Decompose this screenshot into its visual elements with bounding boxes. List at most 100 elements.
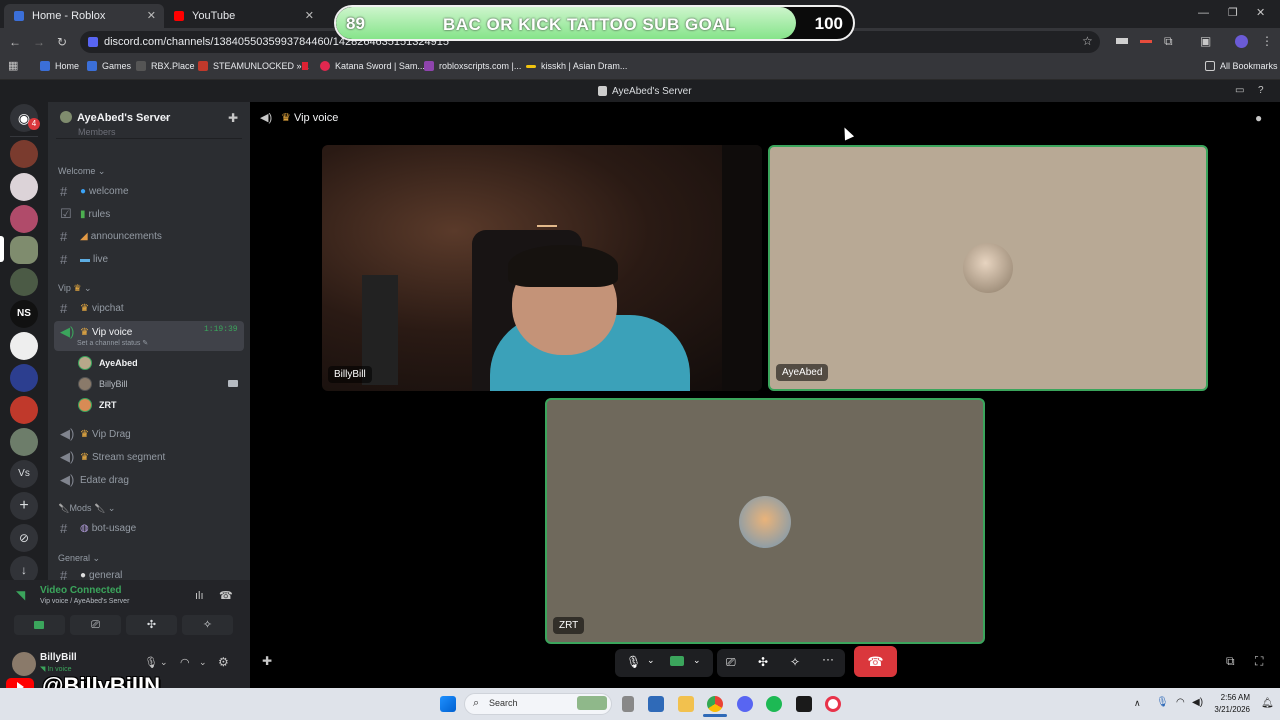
- voice-user[interactable]: AyeAbed: [78, 356, 138, 370]
- video-camera-icon[interactable]: [670, 656, 684, 666]
- connection-status[interactable]: Video Connected: [40, 585, 122, 596]
- disconnect-icon[interactable]: ☎: [219, 589, 233, 602]
- connection-location[interactable]: Vip voice / AyeAbed's Server: [40, 598, 129, 605]
- windows-start-icon[interactable]: [440, 696, 456, 712]
- server-icon[interactable]: [10, 428, 38, 456]
- bookmark-rbxplace[interactable]: RBX.Place: [136, 61, 195, 71]
- activity-icon[interactable]: ✣: [758, 655, 768, 669]
- opera-icon[interactable]: [825, 696, 841, 712]
- close-icon[interactable]: ✕: [305, 9, 314, 22]
- clock-time[interactable]: 2:56 AM: [1210, 693, 1250, 702]
- channel-announcements[interactable]: # ◢ announcements: [60, 229, 162, 244]
- help-icon[interactable]: ?: [1258, 85, 1264, 96]
- category-welcome[interactable]: Welcome ⌄: [58, 166, 105, 177]
- app-icon[interactable]: [622, 696, 634, 712]
- add-people-icon[interactable]: ✚: [262, 654, 272, 668]
- window-close-icon[interactable]: ✕: [1256, 6, 1265, 19]
- user-avatar[interactable]: [12, 652, 36, 676]
- channel-stream-segment[interactable]: ◀) ♛ Stream segment: [60, 449, 165, 465]
- server-icon-vs[interactable]: Vs: [10, 460, 38, 488]
- soundboard-button[interactable]: ✧: [182, 615, 233, 635]
- add-server-icon[interactable]: +: [10, 492, 38, 520]
- bookmark-home[interactable]: Home: [40, 61, 79, 71]
- star-icon[interactable]: ☆: [1082, 34, 1093, 48]
- back-icon[interactable]: ←: [9, 35, 21, 49]
- server-icon[interactable]: [10, 205, 38, 233]
- inbox-icon[interactable]: ▭: [1235, 85, 1244, 96]
- channel-vip-voice[interactable]: ◀) ♛ Vip voice: [60, 324, 132, 340]
- channel-bot-usage[interactable]: # ◍ bot-usage: [60, 521, 136, 536]
- chrome-icon[interactable]: [707, 696, 723, 712]
- headphones-icon[interactable]: ◠: [180, 656, 190, 669]
- close-icon[interactable]: ✕: [147, 9, 156, 22]
- channel-status-link[interactable]: Set a channel status ✎: [77, 339, 148, 347]
- server-icon-ayeabed[interactable]: [10, 236, 38, 264]
- fullscreen-icon[interactable]: ⛶: [1255, 654, 1263, 669]
- channel-edate-drag[interactable]: ◀) Edate drag: [60, 472, 129, 488]
- chevron-down-icon[interactable]: ⌄: [693, 655, 701, 666]
- menu-icon[interactable]: ⋮: [1261, 34, 1273, 48]
- extension-icon[interactable]: [1140, 40, 1152, 43]
- voice-user[interactable]: BillyBill: [78, 377, 128, 391]
- screen-share-icon[interactable]: ⎚: [726, 655, 736, 670]
- server-icon[interactable]: [10, 396, 38, 424]
- reload-icon[interactable]: ↻: [57, 35, 67, 49]
- video-tile-zrt[interactable]: ZRT: [545, 398, 985, 644]
- sidepanel-icon[interactable]: ▣: [1200, 34, 1211, 48]
- video-tile-billybill[interactable]: BillyBill: [322, 145, 762, 391]
- server-icon-ns[interactable]: NS: [10, 300, 38, 328]
- bookmark-katana[interactable]: Katana Sword | Sam...: [320, 61, 425, 71]
- server-icon[interactable]: [10, 268, 38, 296]
- category-general[interactable]: General ⌄: [58, 553, 100, 564]
- puzzle-icon[interactable]: ⧉: [1164, 34, 1173, 49]
- site-info-icon[interactable]: [88, 37, 98, 47]
- leave-call-button[interactable]: ☎: [854, 646, 897, 677]
- tab-youtube[interactable]: YouTube ✕: [164, 4, 322, 28]
- channel-welcome[interactable]: # ● welcome: [60, 184, 129, 199]
- microphone-icon[interactable]: 🎙︎: [144, 656, 158, 669]
- video-tile-ayeabed[interactable]: AyeAbed: [768, 145, 1208, 391]
- app-icon[interactable]: [796, 696, 812, 712]
- discord-taskbar-icon[interactable]: [737, 696, 753, 712]
- chevron-down-icon[interactable]: ⌄: [199, 657, 207, 668]
- server-icon[interactable]: [10, 364, 38, 392]
- video-toggle-button[interactable]: [14, 615, 65, 635]
- add-member-icon[interactable]: ✚: [228, 111, 238, 125]
- volume-icon[interactable]: ◀): [1192, 697, 1203, 708]
- file-explorer-icon[interactable]: [678, 696, 694, 712]
- notification-bell-icon[interactable]: 🔔︎: [1261, 698, 1274, 709]
- forward-icon[interactable]: →: [33, 35, 45, 49]
- chat-bubble-icon[interactable]: ●: [1255, 111, 1262, 125]
- channel-vipchat[interactable]: # ♛ vipchat: [60, 301, 124, 316]
- server-icon[interactable]: [10, 140, 38, 168]
- clock-date[interactable]: 3/21/2026: [1210, 705, 1250, 714]
- channel-vip-drag[interactable]: ◀) ♛ Vip Drag: [60, 426, 131, 442]
- chevron-down-icon[interactable]: ⌄: [162, 111, 170, 122]
- server-icon[interactable]: [10, 173, 38, 201]
- channel-live[interactable]: # ▬ live: [60, 252, 108, 267]
- spotify-icon[interactable]: [766, 696, 782, 712]
- channel-rules[interactable]: ☑ ▮ rules: [60, 206, 110, 222]
- chevron-down-icon[interactable]: ⌄: [160, 657, 168, 668]
- wifi-icon[interactable]: ◠: [1176, 697, 1185, 708]
- apps-icon[interactable]: ▦: [8, 59, 18, 72]
- more-icon[interactable]: ···: [822, 652, 834, 666]
- extension-icon[interactable]: [1116, 38, 1128, 44]
- noise-suppression-icon[interactable]: ılı: [195, 590, 204, 602]
- tab-roblox[interactable]: Home - Roblox ✕: [4, 4, 164, 28]
- microphone-icon[interactable]: 🎙︎: [626, 655, 641, 669]
- settings-gear-icon[interactable]: ⚙: [218, 655, 229, 669]
- members-item-partial[interactable]: Members: [78, 127, 116, 137]
- pop-out-icon[interactable]: ⧉: [1226, 654, 1235, 669]
- chevron-down-icon[interactable]: ⌄: [647, 655, 655, 666]
- minimize-icon[interactable]: —: [1198, 7, 1209, 19]
- voice-user[interactable]: ZRT: [78, 398, 117, 412]
- bookmark-robloxscripts[interactable]: robloxscripts.com |...: [424, 61, 521, 71]
- bookmark-steamunlocked[interactable]: STEAMUNLOCKED »...: [198, 61, 309, 71]
- server-icon[interactable]: [10, 332, 38, 360]
- soundboard-icon[interactable]: ✧: [790, 655, 800, 669]
- profile-icon[interactable]: [1235, 35, 1248, 48]
- bookmark-icon[interactable]: [302, 62, 308, 70]
- activities-button[interactable]: ✣: [126, 615, 177, 635]
- mic-tray-icon[interactable]: 🎙︎: [1156, 697, 1169, 708]
